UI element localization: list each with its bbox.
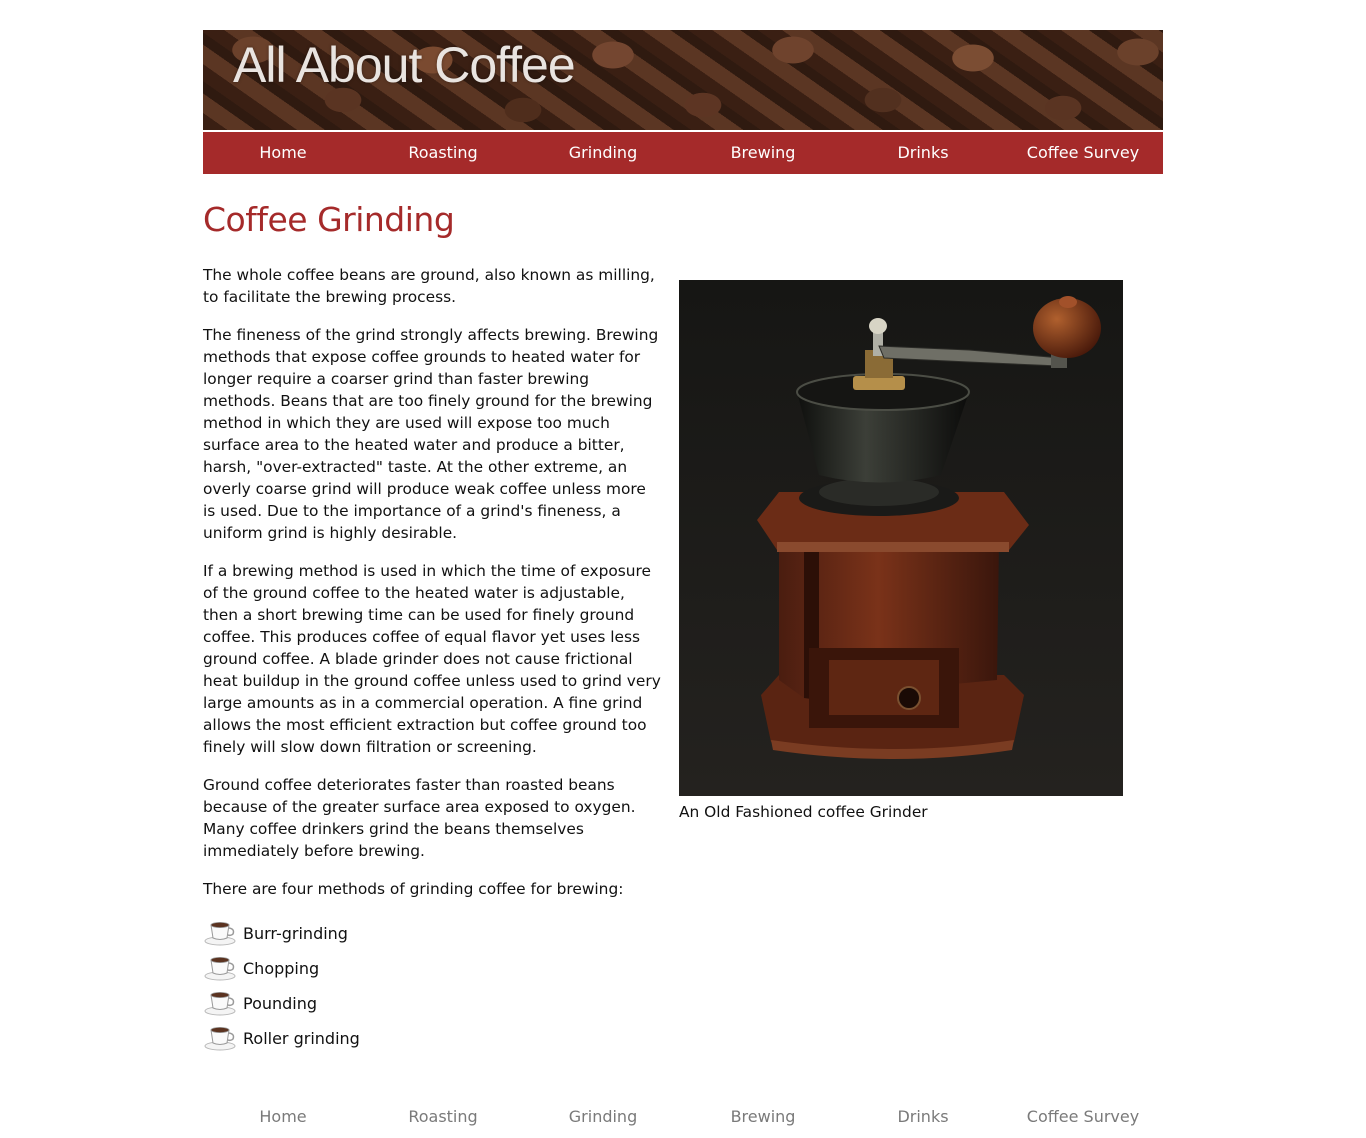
grinding-methods-list: Burr-grinding Chopping Pounding Roller g… <box>203 916 663 1056</box>
list-item-label: Roller grinding <box>243 1029 360 1048</box>
nav-brewing-link[interactable]: Brewing <box>683 132 843 174</box>
paragraph-intro: The whole coffee beans are ground, also … <box>203 266 655 306</box>
page-title: Coffee Grinding <box>203 200 455 239</box>
coffee-cup-icon <box>204 922 236 946</box>
list-item-label: Chopping <box>243 959 320 978</box>
coffee-grinder-image <box>679 280 1123 796</box>
nav-grinding-link[interactable]: Grinding <box>523 132 683 174</box>
footer-roasting-link[interactable]: Roasting <box>363 1096 523 1138</box>
paragraph-brewing-time: If a brewing method is used in which the… <box>203 562 661 756</box>
footer-home-link[interactable]: Home <box>203 1096 363 1138</box>
coffee-cup-icon <box>204 957 236 981</box>
paragraph-methods-intro: There are four methods of grinding coffe… <box>203 880 624 898</box>
nav-drinks-link[interactable]: Drinks <box>843 132 1003 174</box>
grinder-figure: An Old Fashioned coffee Grinder <box>679 280 1123 822</box>
footer-drinks-link[interactable]: Drinks <box>843 1096 1003 1138</box>
coffee-cup-icon <box>204 1027 236 1051</box>
nav-roasting-link[interactable]: Roasting <box>363 132 523 174</box>
figure-caption: An Old Fashioned coffee Grinder <box>679 803 928 821</box>
main-nav: Home Roasting Grinding Brewing Drinks Co… <box>203 132 1163 174</box>
list-item: Roller grinding <box>203 1021 663 1056</box>
list-item: Chopping <box>203 951 663 986</box>
list-item-label: Burr-grinding <box>243 924 348 943</box>
list-item-label: Pounding <box>243 994 318 1013</box>
footer-coffee-survey-link[interactable]: Coffee Survey <box>1003 1096 1163 1138</box>
nav-coffee-survey-link[interactable]: Coffee Survey <box>1003 132 1163 174</box>
footer-grinding-link[interactable]: Grinding <box>523 1096 683 1138</box>
paragraph-fineness: The fineness of the grind strongly affec… <box>203 326 659 542</box>
nav-home-link[interactable]: Home <box>203 132 363 174</box>
paragraph-deterioration: Ground coffee deteriorates faster than r… <box>203 776 636 860</box>
list-item: Pounding <box>203 986 663 1021</box>
list-item: Burr-grinding <box>203 916 663 951</box>
footer-nav: Home Roasting Grinding Brewing Drinks Co… <box>203 1096 1163 1138</box>
article-content: The whole coffee beans are ground, also … <box>203 264 663 1056</box>
site-title: All About Coffee <box>233 37 576 93</box>
coffee-cup-icon <box>204 992 236 1016</box>
footer-brewing-link[interactable]: Brewing <box>683 1096 843 1138</box>
site-banner: All About Coffee <box>203 30 1163 130</box>
